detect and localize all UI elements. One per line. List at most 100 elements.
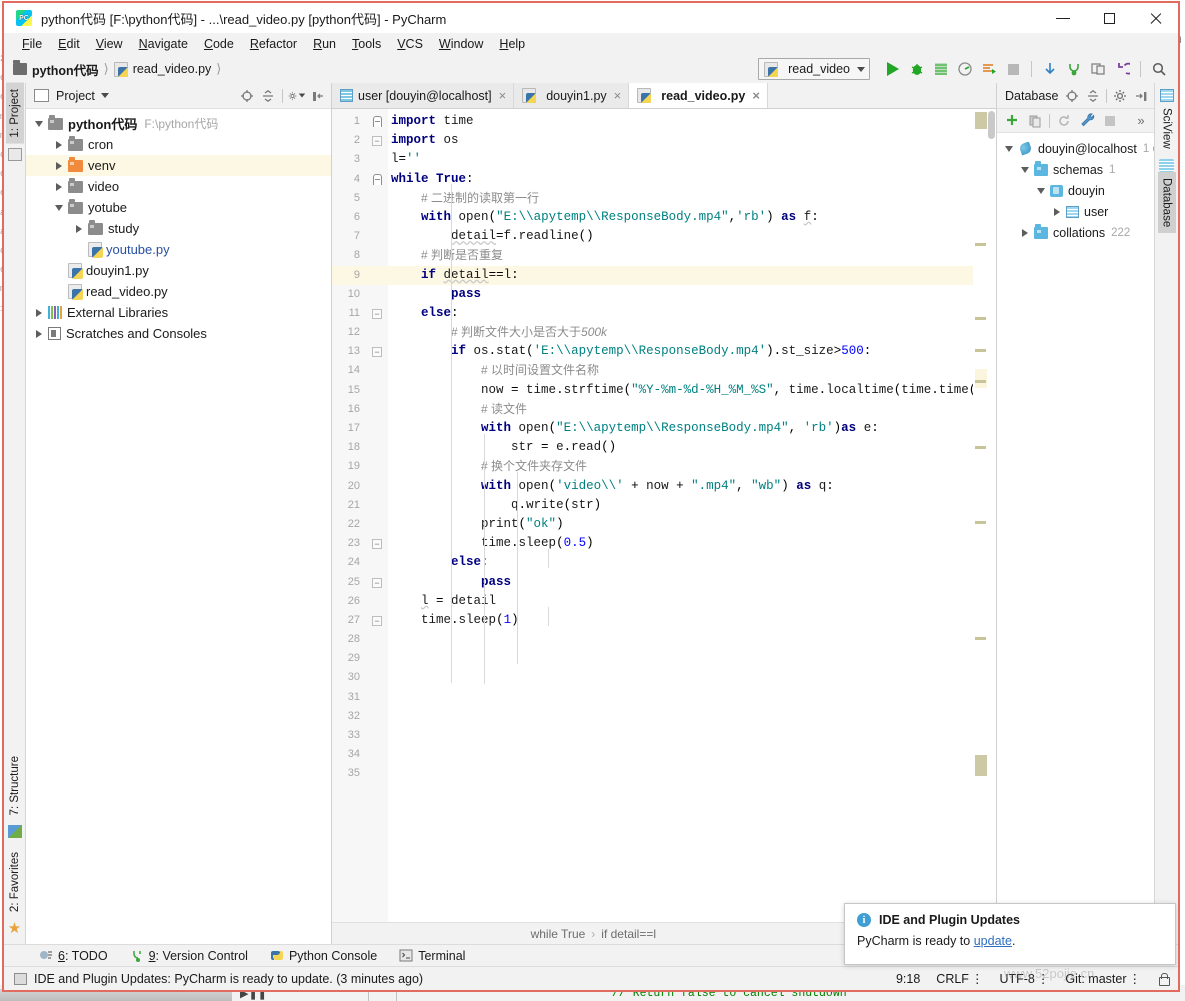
db-overflow-button[interactable]: »: [1132, 112, 1150, 130]
debug-button[interactable]: [906, 58, 928, 80]
menu-item-help[interactable]: Help: [491, 35, 533, 53]
gutter-line-number[interactable]: 3: [332, 150, 388, 169]
gutter-line-number[interactable]: 4: [332, 170, 388, 189]
db-settings-button[interactable]: [1111, 87, 1129, 105]
status-message[interactable]: IDE and Plugin Updates: PyCharm is ready…: [34, 972, 423, 986]
tree-item-scratchesandconsoles[interactable]: Scratches and Consoles: [26, 323, 331, 344]
code-fold-marker[interactable]: −: [372, 539, 382, 550]
gutter-line-number[interactable]: 32: [332, 707, 388, 726]
bottom-tool-9versioncontrol[interactable]: 9: Version Control: [130, 949, 248, 963]
bottom-tool-6todo[interactable]: 6: TODO: [38, 949, 108, 963]
breadcrumb-item-file[interactable]: read_video.py: [113, 61, 211, 77]
code-fold-marker[interactable]: −: [372, 136, 382, 147]
gutter-line-number[interactable]: 8: [332, 246, 388, 265]
sidebar-tab-project[interactable]: 1: Project: [5, 83, 24, 144]
tree-toggle-collapsed[interactable]: [50, 182, 68, 191]
code-fold-marker[interactable]: [373, 173, 382, 185]
gutter-line-number[interactable]: 12: [332, 323, 388, 342]
minimize-button[interactable]: [1040, 3, 1086, 33]
file-encoding[interactable]: UTF-8 ⋮: [999, 971, 1049, 987]
git-branch[interactable]: Git: master ⋮: [1065, 971, 1141, 987]
rollback-button[interactable]: [1111, 58, 1133, 80]
gutter-line-number[interactable]: 18: [332, 438, 388, 457]
db-hide-panel-button[interactable]: [1132, 87, 1150, 105]
gutter-line-number[interactable]: 33: [332, 726, 388, 745]
db-properties-button[interactable]: [1078, 112, 1096, 130]
sidebar-tab-favorites[interactable]: 2: Favorites: [6, 846, 24, 918]
gutter-line-number[interactable]: 11−: [332, 304, 388, 323]
notification-update-link[interactable]: update: [974, 934, 1012, 948]
run-coverage-button[interactable]: [930, 58, 952, 80]
gutter-line-number[interactable]: 21: [332, 496, 388, 515]
sidebar-tab-sciview[interactable]: SciView: [1158, 102, 1176, 155]
sidebar-tab-structure[interactable]: 7: Structure: [6, 750, 24, 821]
update-project-button[interactable]: [1039, 58, 1061, 80]
gutter-line-number[interactable]: 27−: [332, 611, 388, 630]
tree-toggle-collapsed[interactable]: [70, 224, 88, 233]
status-message-icon[interactable]: [14, 972, 27, 985]
gutter-line-number[interactable]: 34: [332, 745, 388, 764]
notification-popup[interactable]: i IDE and Plugin Updates PyCharm is read…: [844, 903, 1176, 965]
tree-item-venv[interactable]: venv: [26, 155, 331, 176]
code-fold-marker[interactable]: −: [372, 577, 382, 588]
db-toggle-expanded[interactable]: [1016, 166, 1034, 173]
tree-toggle-expanded[interactable]: [30, 120, 48, 127]
project-settings-button[interactable]: [288, 87, 306, 105]
lock-icon[interactable]: [1157, 972, 1170, 986]
db-toggle-expanded[interactable]: [1000, 145, 1018, 152]
editor-marker-bar[interactable]: [973, 109, 987, 922]
tree-toggle-collapsed[interactable]: [50, 140, 68, 149]
commit-button[interactable]: [1063, 58, 1085, 80]
tree-item-video[interactable]: video: [26, 176, 331, 197]
gutter-line-number[interactable]: 17: [332, 419, 388, 438]
gutter-line-number[interactable]: 14: [332, 361, 388, 380]
code-fold-marker[interactable]: [373, 116, 382, 127]
db-toggle-collapsed[interactable]: [1048, 207, 1066, 216]
code-editor[interactable]: import time import os l='' while True: # 二进…: [388, 109, 973, 922]
scrollbar-thumb[interactable]: [988, 111, 995, 139]
hide-panel-button[interactable]: [309, 87, 327, 105]
menu-item-window[interactable]: Window: [431, 35, 491, 53]
tree-item-cron[interactable]: cron: [26, 134, 331, 155]
breadcrumb-scope-2[interactable]: if detail==l: [601, 927, 656, 941]
tab-close-icon[interactable]: ×: [499, 88, 507, 103]
gutter-line-number[interactable]: 9: [332, 265, 388, 285]
editor-scrollbar[interactable]: [987, 109, 996, 922]
tree-item-youtube.py[interactable]: youtube.py: [26, 239, 331, 260]
gutter-line-number[interactable]: 26: [332, 592, 388, 611]
gutter-line-number[interactable]: 7: [332, 227, 388, 246]
menu-item-refactor[interactable]: Refactor: [242, 35, 305, 53]
run-configuration-selector[interactable]: read_video: [758, 58, 870, 80]
tab-close-icon[interactable]: ×: [614, 88, 622, 103]
gutter-line-number[interactable]: 23−: [332, 534, 388, 553]
tree-toggle-collapsed[interactable]: [30, 308, 48, 317]
bottom-tool-pythonconsole[interactable]: Python Console: [270, 948, 377, 963]
sidebar-tab-database[interactable]: Database: [1157, 171, 1176, 233]
menu-item-edit[interactable]: Edit: [50, 35, 88, 53]
gutter-line-number[interactable]: 25−: [332, 573, 388, 592]
breadcrumb-item-project[interactable]: python代码: [13, 60, 99, 79]
code-fold-marker[interactable]: −: [372, 347, 382, 358]
maximize-button[interactable]: [1086, 3, 1132, 33]
gutter-line-number[interactable]: 20: [332, 477, 388, 496]
code-fold-marker[interactable]: −: [372, 308, 382, 319]
db-tree-item-douyin@localhost[interactable]: douyin@localhost 1 o: [997, 138, 1159, 159]
gutter-line-number[interactable]: 16: [332, 400, 388, 419]
db-tree-item-douyin[interactable]: douyin: [997, 180, 1154, 201]
db-tree-item-user[interactable]: user: [997, 201, 1154, 222]
gutter-line-number[interactable]: 31: [332, 688, 388, 707]
tree-toggle-collapsed[interactable]: [50, 161, 68, 170]
gutter-line-number[interactable]: 22: [332, 515, 388, 534]
menu-item-run[interactable]: Run: [305, 35, 344, 53]
breadcrumb-scope-1[interactable]: while True: [531, 927, 586, 941]
menu-item-file[interactable]: File: [14, 35, 50, 53]
db-stop-button[interactable]: [1101, 112, 1119, 130]
tree-item-read_video.py[interactable]: read_video.py: [26, 281, 331, 302]
project-view-chevron-down-icon[interactable]: [100, 93, 109, 98]
editor-gutter[interactable]: 1 2−3 4 5 6 7 8 9 10 11−12 13−14 15 16 17 18 19 20 21 22 23…: [332, 109, 388, 922]
tree-item-douyin1.py[interactable]: douyin1.py: [26, 260, 331, 281]
editor-tab-douyin1.py[interactable]: douyin1.py ×: [514, 83, 630, 108]
gutter-line-number[interactable]: 28: [332, 630, 388, 649]
db-tree-item-collations[interactable]: collations 222: [997, 222, 1154, 243]
caret-position[interactable]: 9:18: [896, 972, 920, 986]
